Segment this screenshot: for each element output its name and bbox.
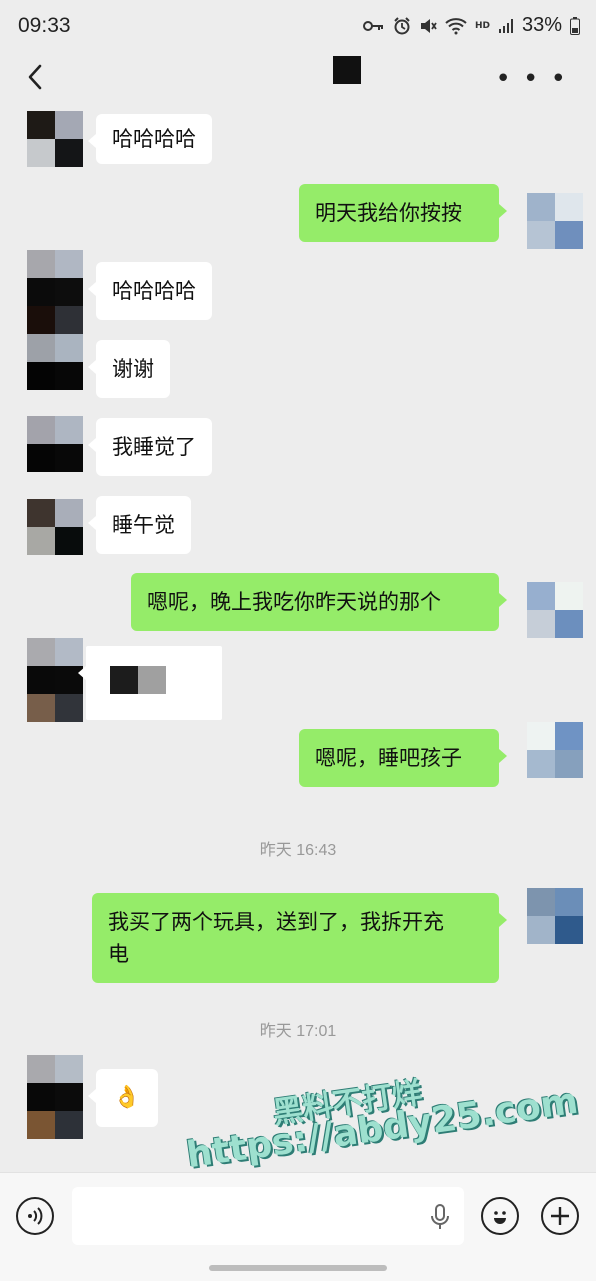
message-bubble[interactable]: 嗯呢，睡吧孩子 [299, 729, 507, 787]
home-indicator [209, 1265, 387, 1271]
message-text: 谢谢 [112, 357, 154, 381]
avatar[interactable] [527, 582, 583, 638]
avatar[interactable] [27, 499, 83, 555]
message-text: 我睡觉了 [112, 435, 196, 459]
wifi-icon [445, 17, 467, 34]
voice-icon [28, 1207, 43, 1225]
message-bubble[interactable]: 👌 [88, 1069, 158, 1127]
redacted-image-block [138, 666, 166, 694]
message-text: 睡午觉 [112, 513, 175, 537]
more-functions-button[interactable] [541, 1197, 579, 1235]
chat-title-redacted [333, 56, 361, 84]
alarm-icon [394, 16, 410, 34]
plus-icon [551, 1207, 569, 1225]
message-bubble[interactable]: 我买了两个玩具，送到了，我拆开充 电 [92, 893, 507, 983]
message-text-line: 我买了两个玩具，送到了，我拆开充 [108, 910, 444, 934]
timestamp: 昨天 17:01 [259, 1023, 337, 1040]
more-icon[interactable]: • • • [495, 66, 568, 92]
avatar[interactable] [27, 250, 83, 306]
message-text: 哈哈哈哈 [112, 279, 196, 303]
message-text: 嗯呢，晚上我吃你昨天说的那个 [147, 590, 441, 614]
battery-percent: 33% [521, 14, 562, 36]
signal-icon [498, 18, 513, 33]
message-bubble[interactable]: 睡午觉 [88, 496, 191, 554]
avatar[interactable] [527, 888, 583, 944]
message-bubble[interactable]: 哈哈哈哈 [88, 262, 212, 320]
smiley-icon [494, 1211, 506, 1224]
avatar[interactable] [27, 1055, 83, 1139]
avatar[interactable] [527, 193, 583, 249]
status-time: 09:33 [18, 14, 71, 37]
message-text: 哈哈哈哈 [112, 127, 196, 151]
message-bubble[interactable]: 我睡觉了 [88, 418, 212, 476]
chevron-left-icon[interactable] [22, 62, 50, 92]
timestamp: 昨天 16:43 [259, 842, 337, 859]
microphone-icon[interactable] [430, 1203, 450, 1231]
mute-icon [420, 18, 437, 33]
message-text: 嗯呢，睡吧孩子 [315, 746, 462, 770]
message-image-bubble[interactable] [78, 646, 222, 720]
status-icons: HD 33% [362, 14, 580, 37]
voice-toggle-button[interactable] [16, 1197, 54, 1235]
ok-hand-emoji: 👌 [113, 1085, 141, 1110]
emoji-button[interactable] [481, 1197, 519, 1235]
avatar[interactable] [27, 306, 83, 390]
avatar[interactable] [27, 111, 83, 167]
avatar[interactable] [27, 416, 83, 472]
message-text-line: 电 [108, 942, 129, 966]
avatar[interactable] [27, 638, 83, 722]
message-input[interactable] [72, 1187, 464, 1245]
status-bar: 09:33 HD 33% [0, 0, 596, 52]
message-bubble[interactable]: 明天我给你按按 [299, 184, 507, 242]
message-bubble[interactable]: 谢谢 [88, 340, 170, 398]
redacted-image-block [110, 666, 138, 694]
avatar[interactable] [527, 722, 583, 778]
chat-header: • • • [0, 52, 596, 102]
key-icon [362, 20, 383, 31]
message-bubble[interactable]: 哈哈哈哈 [88, 114, 212, 164]
battery-icon [570, 16, 580, 35]
hd-badge: HD [474, 20, 490, 31]
message-text: 明天我给你按按 [315, 201, 462, 225]
message-bubble[interactable]: 嗯呢，晚上我吃你昨天说的那个 [131, 573, 507, 631]
